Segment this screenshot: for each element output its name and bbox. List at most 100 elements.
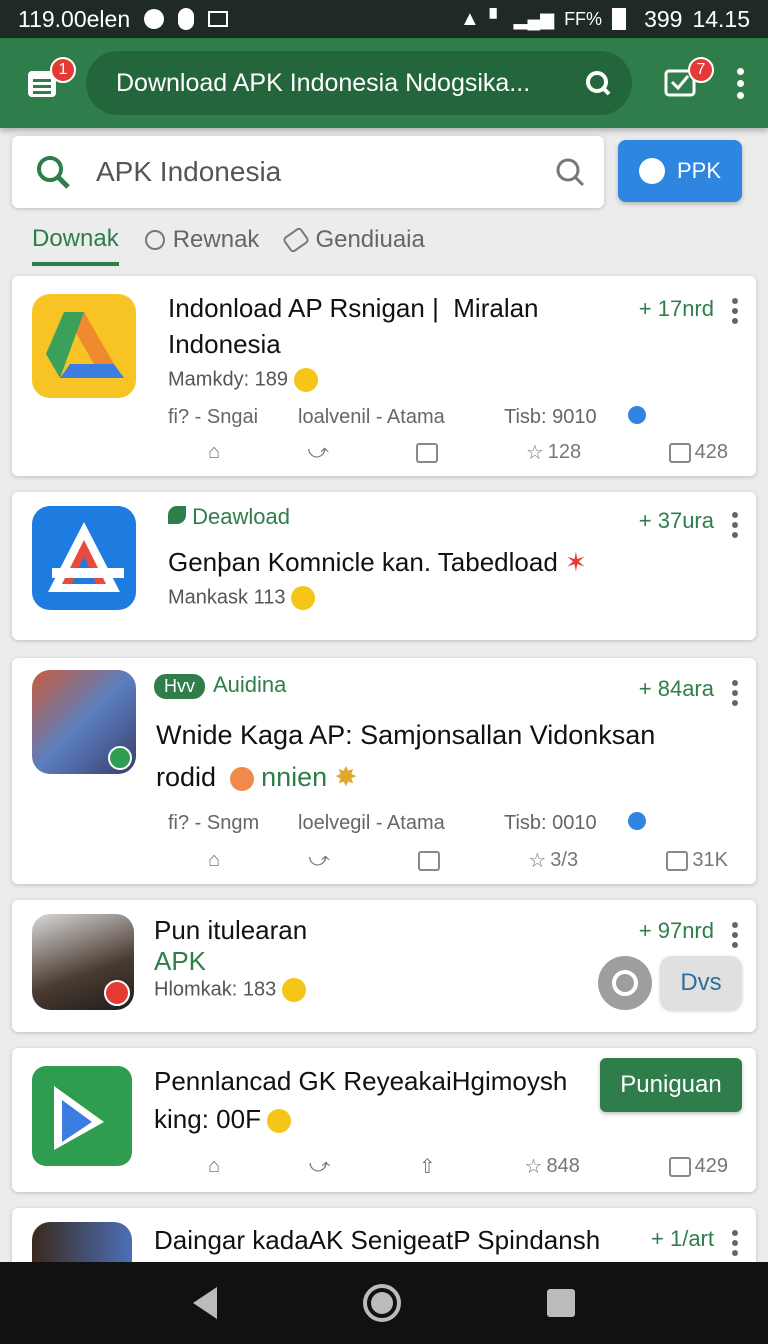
comment-icon xyxy=(666,850,689,871)
card-menu-button[interactable] xyxy=(732,680,740,706)
comments[interactable]: 31K xyxy=(666,849,728,872)
inbox-button[interactable]: 7 xyxy=(656,57,714,107)
search-query: APK Indonesia xyxy=(96,156,282,187)
comments[interactable]: 428 xyxy=(668,441,728,464)
play-logo-icon xyxy=(54,1086,104,1150)
star-icon: ☆ xyxy=(524,1156,543,1178)
app-title: Wnide Kaga AP: Samjonsallan Vidonksan ro… xyxy=(156,720,656,792)
ppk-button[interactable]: PPK xyxy=(618,140,742,202)
back-icon[interactable] xyxy=(193,1287,217,1319)
star-icon: ☆ xyxy=(525,442,544,464)
app-card[interactable]: Hvv Auidina Wnide Kaga AP: Samjonsallan V… xyxy=(12,658,756,884)
rating[interactable]: ☆ 128 xyxy=(526,440,581,465)
star-icon: ☆ xyxy=(528,850,547,872)
smile-emoji-icon xyxy=(294,368,319,392)
home-icon[interactable]: ⌂ xyxy=(208,1155,220,1178)
comments[interactable]: 429 xyxy=(668,1155,728,1178)
card-menu-button[interactable] xyxy=(732,922,740,948)
download-count: + 84ara xyxy=(638,676,714,701)
downloads-button[interactable]: 1 xyxy=(18,57,76,107)
leaf-icon xyxy=(168,506,186,524)
app-tag: Deawload xyxy=(168,504,290,530)
battery-percent: FF% xyxy=(564,8,603,29)
share-icon[interactable]: ⤻ xyxy=(308,849,329,872)
search-field[interactable]: APK Indonesia xyxy=(12,136,604,208)
smile-emoji-icon xyxy=(266,1109,291,1134)
home-icon[interactable]: ⌂ xyxy=(208,441,220,464)
share-icon[interactable]: ⤻ xyxy=(309,1155,330,1178)
search-icon xyxy=(37,156,70,189)
tab-gendiuaia[interactable]: Gendiuaia xyxy=(282,216,425,264)
triangle-logo-icon xyxy=(48,522,124,592)
url-bar[interactable]: Download APK Indonesia Ndogsika... xyxy=(86,51,632,115)
refresh-icon[interactable] xyxy=(584,69,612,97)
smile-emoji-icon xyxy=(282,978,307,1002)
notification-icon xyxy=(144,9,165,29)
app-card[interactable]: Pun itulearan APK Hlomkak: 183 + 97nrd D… xyxy=(12,900,756,1032)
lock-icon[interactable] xyxy=(416,442,439,463)
location-icon xyxy=(628,406,646,424)
tab-label: Downak xyxy=(32,225,119,252)
heart-chat-icon xyxy=(638,158,665,184)
search-row: APK Indonesia PPK xyxy=(12,136,756,208)
recents-icon[interactable] xyxy=(547,1289,575,1317)
app-store-icon xyxy=(32,506,136,610)
comment-icon xyxy=(668,1156,691,1177)
signal-icon: ▂▄▆ xyxy=(513,8,555,29)
status-bar: 119.00elen ▲ ▘ ▂▄▆ FF% 399 14.15 xyxy=(0,0,768,38)
sparkle-icon: ✸ xyxy=(334,762,358,792)
home-icon[interactable]: ⌂ xyxy=(208,849,220,872)
smile-emoji-icon xyxy=(291,586,316,610)
share-icon[interactable]: ⤻ xyxy=(308,441,329,464)
image-notification-icon xyxy=(208,11,229,27)
system-nav-bar xyxy=(0,1262,768,1344)
rating[interactable]: ☆ 848 xyxy=(525,1154,580,1179)
tab-downak[interactable]: Downak xyxy=(32,216,119,266)
app-title: Pun itulearan xyxy=(154,915,308,945)
download-count: + 97nrd xyxy=(638,918,714,943)
more-vert-icon xyxy=(736,67,744,99)
status-left-text: 119.00elen xyxy=(18,5,131,32)
profile-app-icon xyxy=(32,914,134,1010)
app-info-row: fi? - Sngai loalvenil - Atama Tisb: 9010 xyxy=(168,406,728,429)
app-meta: Mankask 113 xyxy=(168,586,316,610)
verified-icon xyxy=(108,746,132,770)
puniguan-button[interactable]: Puniguan xyxy=(600,1058,742,1112)
download-count: + 37ura xyxy=(638,508,714,533)
rating[interactable]: ☆ 3/3 xyxy=(528,848,578,873)
ppk-button-label: PPK xyxy=(676,158,722,183)
search-submit-icon[interactable] xyxy=(554,156,586,188)
tab-rewnak[interactable]: Rewnak xyxy=(144,216,260,264)
app-info-row: fi? - Sngm loelvegil - Atama Tisb: 0010 xyxy=(168,812,728,835)
download-count: + 17nrd xyxy=(638,296,714,321)
app-title: Genþan Komnicle kan. Tabedload ✶ xyxy=(168,547,587,577)
inbox-badge: 7 xyxy=(688,57,714,83)
tab-bar: Downak Rewnak Gendiuaia xyxy=(32,216,425,266)
search-circle-icon[interactable] xyxy=(598,956,652,1010)
card-menu-button[interactable] xyxy=(732,298,740,324)
app-title: Indonload AP Rsnigan | Miralan Indonesia xyxy=(168,293,539,359)
upload-icon[interactable]: ⇧ xyxy=(419,1154,436,1179)
app-card[interactable]: Indonload AP Rsnigan | Miralan Indonesia… xyxy=(12,276,756,476)
verified-icon xyxy=(104,980,130,1006)
mute-icon: ▲ xyxy=(459,7,480,30)
tag-icon xyxy=(282,226,311,254)
action-row: ⌂ ⤻ ☆ 3/3 31K xyxy=(208,848,728,873)
app-card[interactable]: Pennlancad GK ReyeakaiHgimoysh king: 00F… xyxy=(12,1048,756,1192)
star-burst-icon: ✶ xyxy=(565,547,587,577)
lock-icon[interactable] xyxy=(418,850,441,871)
app-tag: Hvv Auidina xyxy=(154,672,286,699)
app-card[interactable]: Deawload Genþan Komnicle kan. Tabedload … xyxy=(12,492,756,640)
drive-logo-icon xyxy=(46,312,124,378)
app-card[interactable]: Daingar kadaAK SenigeatP Spindansh + 1/a… xyxy=(12,1208,756,1268)
clock-icon xyxy=(144,230,165,250)
tab-label: Rewnak xyxy=(172,226,260,253)
comment-icon xyxy=(668,442,691,463)
home-button-icon[interactable] xyxy=(363,1284,401,1322)
dvs-button[interactable]: Dvs xyxy=(660,956,742,1010)
new-pill: Hvv xyxy=(154,674,205,699)
card-menu-button[interactable] xyxy=(732,1230,740,1256)
overflow-menu-button[interactable] xyxy=(730,59,750,107)
card-menu-button[interactable] xyxy=(732,512,740,538)
battery-icon xyxy=(612,8,627,30)
